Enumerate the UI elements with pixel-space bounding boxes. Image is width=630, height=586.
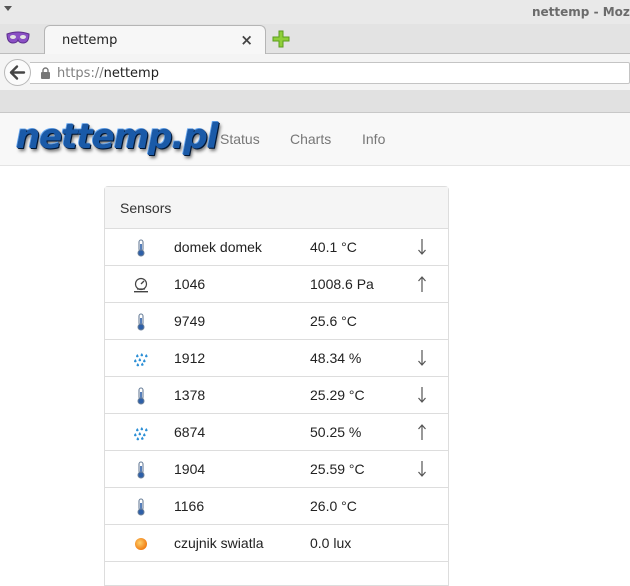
sensor-name[interactable]: 1912 xyxy=(174,350,205,366)
trend-down-arrow-icon xyxy=(416,459,428,479)
sensor-name[interactable]: 9749 xyxy=(174,313,205,329)
sensor-value: 40.1 °C xyxy=(310,239,357,255)
sensors-panel: Sensors domek domek 40.1 °C 1046 1008.6 Pa 9… xyxy=(104,186,449,586)
new-tab-plus-icon[interactable] xyxy=(272,30,290,48)
thermometer-icon xyxy=(133,461,149,479)
url-scheme: https:// xyxy=(57,66,104,81)
tab-strip: nettemp × xyxy=(0,24,630,55)
nav-link-status[interactable]: Status xyxy=(220,131,260,147)
private-browsing-mask-icon xyxy=(6,31,30,44)
nav-link-charts[interactable]: Charts xyxy=(290,131,331,147)
thermometer-icon xyxy=(133,313,149,331)
window-menu-icon[interactable] xyxy=(4,6,12,11)
thermometer-icon xyxy=(133,387,149,405)
trend-down-arrow-icon xyxy=(416,385,428,405)
sensor-row[interactable]: czujnik swiatla 0.0 lux xyxy=(105,525,448,562)
site-navbar: nettemp.pl Status Charts Info xyxy=(0,113,630,166)
window-titlebar: nettemp - Mozilla xyxy=(0,0,630,24)
bookmarks-toolbar xyxy=(0,90,630,113)
sensor-value: 0.0 lux xyxy=(310,535,352,551)
trend-down-arrow-icon xyxy=(416,348,428,368)
lock-icon xyxy=(41,67,50,79)
humidity-icon xyxy=(133,424,149,442)
sensor-row[interactable]: domek domek 40.1 °C xyxy=(105,229,448,266)
site-logo[interactable]: nettemp.pl xyxy=(16,117,219,157)
trend-down-arrow-icon xyxy=(416,237,428,257)
sensor-name[interactable]: 1378 xyxy=(174,387,205,403)
sensor-row[interactable]: 1046 1008.6 Pa xyxy=(105,266,448,303)
pressure-gauge-icon xyxy=(133,276,149,294)
sensor-row[interactable]: 1378 25.29 °C xyxy=(105,377,448,414)
url-text: https://nettemp xyxy=(57,66,159,81)
back-button[interactable] xyxy=(4,59,31,86)
sensor-value: 25.6 °C xyxy=(310,313,357,329)
sensor-value: 1008.6 Pa xyxy=(310,276,374,292)
browser-nav-bar: https://nettemp xyxy=(0,54,630,90)
sensor-row[interactable]: 1904 25.59 °C xyxy=(105,451,448,488)
light-sensor-icon xyxy=(133,535,149,553)
sensor-value: 50.25 % xyxy=(310,424,362,440)
humidity-icon xyxy=(133,350,149,368)
trend-up-arrow-icon xyxy=(416,274,428,294)
panel-title: Sensors xyxy=(105,187,448,229)
sensor-row[interactable]: 1912 48.34 % xyxy=(105,340,448,377)
sensor-name[interactable]: 1046 xyxy=(174,276,205,292)
thermometer-icon xyxy=(133,239,149,257)
sensor-row[interactable]: 1166 26.0 °C xyxy=(105,488,448,525)
sensor-name[interactable]: 1166 xyxy=(174,498,204,514)
back-arrow-icon xyxy=(9,65,26,80)
sensor-name[interactable]: 1904 xyxy=(174,461,205,477)
tab-title: nettemp xyxy=(62,33,118,48)
url-host: nettemp xyxy=(103,66,159,81)
url-bar[interactable]: https://nettemp xyxy=(30,62,630,84)
sensor-value: 48.34 % xyxy=(310,350,362,366)
sensor-list: domek domek 40.1 °C 1046 1008.6 Pa 9749 25.6 … xyxy=(105,229,448,562)
window-title: nettemp - Mozilla xyxy=(532,5,630,19)
sensor-row[interactable]: 9749 25.6 °C xyxy=(105,303,448,340)
sensor-row[interactable]: 6874 50.25 % xyxy=(105,414,448,451)
sensor-name[interactable]: czujnik swiatla xyxy=(174,535,263,551)
nav-link-info[interactable]: Info xyxy=(362,131,385,147)
tab-nettemp[interactable]: nettemp × xyxy=(44,25,266,55)
thermometer-icon xyxy=(133,498,149,516)
sensor-value: 26.0 °C xyxy=(310,498,357,514)
trend-up-arrow-icon xyxy=(416,422,428,442)
sensor-name[interactable]: domek domek xyxy=(174,239,262,255)
sensor-name[interactable]: 6874 xyxy=(174,424,205,440)
tab-close-icon[interactable]: × xyxy=(240,31,253,49)
sensor-value: 25.59 °C xyxy=(310,461,365,477)
sensor-value: 25.29 °C xyxy=(310,387,365,403)
